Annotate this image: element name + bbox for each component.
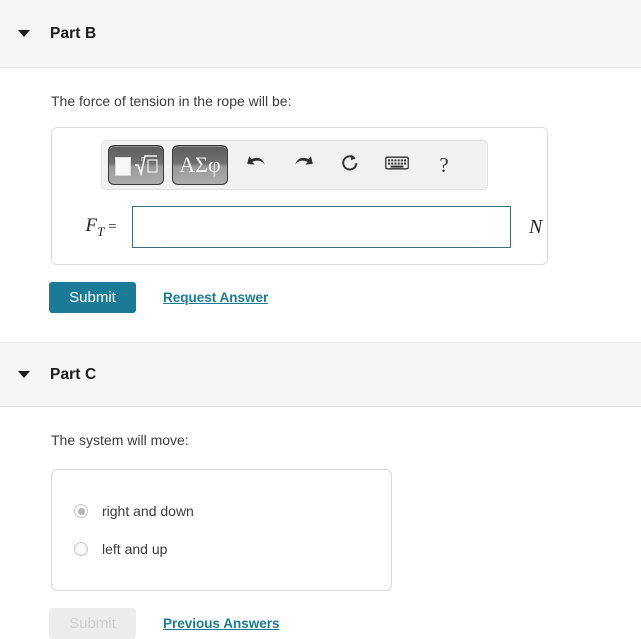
choice-option-left-and-up[interactable]: left and up bbox=[52, 530, 391, 568]
previous-answers-link[interactable]: Previous Answers bbox=[163, 616, 280, 631]
greek-letters-icon: ΑΣφ bbox=[179, 152, 221, 178]
part-c-actions: Submit Previous Answers bbox=[0, 608, 641, 639]
part-c-header[interactable]: Part C bbox=[0, 342, 641, 408]
svg-text:n: n bbox=[141, 155, 145, 163]
answer-variable-label: FT = bbox=[85, 214, 117, 239]
chevron-down-icon[interactable] bbox=[18, 30, 30, 37]
radio-button-icon[interactable] bbox=[74, 504, 88, 519]
undo-button[interactable] bbox=[236, 146, 276, 184]
part-b-title: Part B bbox=[50, 24, 97, 42]
undo-arrow-icon bbox=[246, 153, 267, 177]
keyboard-icon bbox=[385, 155, 409, 176]
part-b-prompt: The force of tension in the rope will be… bbox=[51, 93, 292, 109]
part-c-body: The system will move: right and down lef… bbox=[0, 407, 641, 639]
submit-button-part-c[interactable]: Submit bbox=[49, 608, 136, 639]
part-c-prompt: The system will move: bbox=[51, 432, 189, 449]
reset-button[interactable] bbox=[330, 146, 370, 184]
refresh-circle-icon bbox=[340, 153, 360, 178]
redo-button[interactable] bbox=[283, 146, 323, 184]
help-button[interactable]: ? bbox=[424, 146, 464, 184]
part-c-title: Part C bbox=[50, 365, 97, 383]
choice-label: left and up bbox=[102, 541, 168, 558]
choice-option-right-and-down[interactable]: right and down bbox=[52, 492, 391, 530]
answer-unit-label: N bbox=[529, 215, 543, 238]
question-mark-icon: ? bbox=[439, 152, 449, 177]
radio-button-icon[interactable] bbox=[74, 542, 88, 557]
part-b-body: The force of tension in the rope will be… bbox=[0, 68, 641, 314]
part-b-actions: Submit Request Answer bbox=[0, 282, 641, 314]
choice-label: right and down bbox=[102, 503, 194, 520]
submit-button-part-b[interactable]: Submit bbox=[49, 282, 136, 314]
greek-symbols-button[interactable]: ΑΣφ bbox=[172, 145, 228, 186]
template-radical-button[interactable]: n bbox=[108, 145, 164, 186]
chevron-down-icon[interactable] bbox=[18, 371, 30, 379]
answer-input-row: FT = N bbox=[52, 206, 547, 249]
part-b-header[interactable]: Part B bbox=[0, 0, 641, 68]
part-b-answer-container: n ΑΣφ ? FT = N bbox=[51, 127, 548, 266]
square-root-template-icon: n bbox=[114, 154, 158, 177]
keyboard-button[interactable] bbox=[377, 146, 417, 184]
redo-arrow-icon bbox=[293, 153, 314, 177]
request-answer-link[interactable]: Request Answer bbox=[163, 290, 268, 305]
choice-group: right and down left and up bbox=[51, 469, 392, 592]
answer-input[interactable] bbox=[132, 206, 511, 249]
math-toolbar: n ΑΣφ ? bbox=[101, 140, 488, 191]
